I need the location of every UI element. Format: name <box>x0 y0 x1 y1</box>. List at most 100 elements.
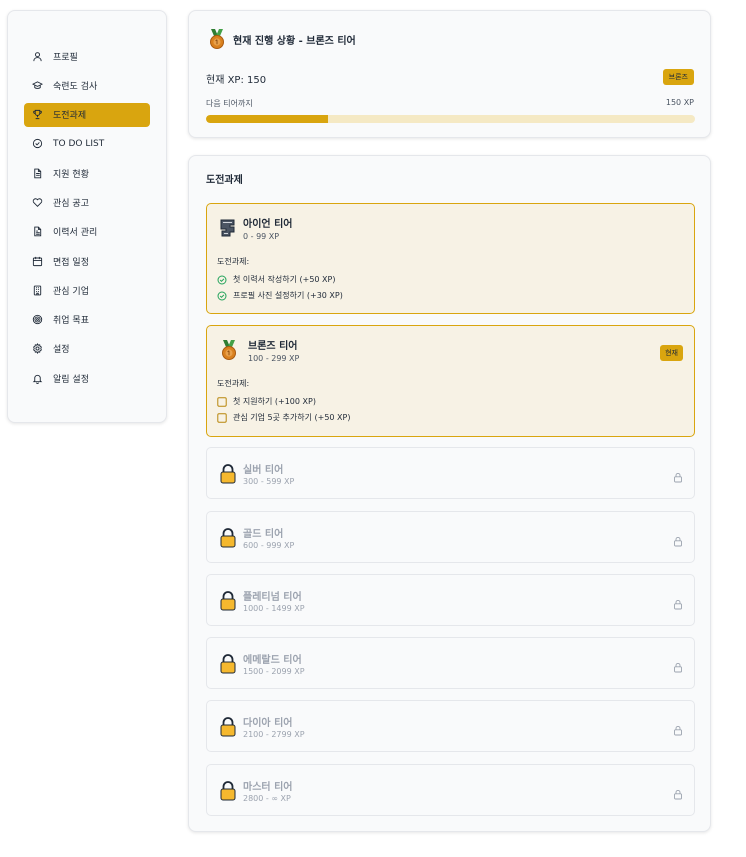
current-tier-badge: 현재 <box>660 345 683 361</box>
challenge-heading: 도전과제: <box>217 379 250 388</box>
challenge-heading: 도전과제: <box>217 257 250 266</box>
sidebar-item-favorite-companies[interactable]: 관심 기업 <box>24 278 150 302</box>
tier-name: 마스터 티어 <box>243 782 293 793</box>
challenge-label: 프로필 사진 설정하기 (+30 XP) <box>233 291 343 300</box>
tier-range: 1000 - 1499 XP <box>243 604 305 613</box>
challenge-item[interactable]: 첫 지원하기 (+100 XP) <box>217 396 316 407</box>
tier-card-diamond: 다이아 티어 2100 - 2799 XP <box>206 700 695 752</box>
bronze-medal-icon <box>206 28 228 50</box>
tier-range: 2800 - ∞ XP <box>243 794 291 803</box>
sidebar-item-label: 설정 <box>53 345 70 356</box>
tier-name: 브론즈 티어 <box>248 341 298 352</box>
sidebar-item-settings[interactable]: 설정 <box>24 337 150 361</box>
tier-range: 300 - 599 XP <box>243 477 295 486</box>
sidebar-item-label: 숙련도 검사 <box>53 81 98 92</box>
sidebar-item-label: 관심 공고 <box>53 198 89 209</box>
lock-small-icon <box>673 595 683 610</box>
tier-range: 2100 - 2799 XP <box>243 730 305 739</box>
check-circle-icon <box>32 138 43 149</box>
sidebar-item-notification-settings[interactable]: 알림 설정 <box>24 366 150 390</box>
bell-icon <box>32 373 43 384</box>
challenge-item: 첫 이력서 작성하기 (+50 XP) <box>217 274 335 285</box>
iron-ingot-icon <box>218 217 238 239</box>
next-tier-label: 다음 티어까지 <box>206 99 253 108</box>
lock-icon <box>219 590 239 612</box>
lock-icon <box>219 780 239 802</box>
sidebar-item-label: 이력서 관리 <box>53 228 98 239</box>
tier-range: 100 - 299 XP <box>248 354 300 363</box>
trophy-icon <box>32 109 43 120</box>
challenge-label: 첫 지원하기 (+100 XP) <box>233 397 316 406</box>
tier-card-emerald: 에메랄드 티어 1500 - 2099 XP <box>206 637 695 689</box>
checkbox-icon[interactable] <box>217 396 227 407</box>
sidebar-item-todo-list[interactable]: TO DO LIST <box>24 132 150 156</box>
lock-icon <box>219 463 239 485</box>
next-tier-xp: 150 XP <box>665 98 694 107</box>
sidebar-item-label: TO DO LIST <box>53 138 105 149</box>
sidebar-item-label: 프로필 <box>53 52 78 63</box>
lock-icon <box>219 716 239 738</box>
lock-small-icon <box>673 658 683 673</box>
tier-card-gold: 골드 티어 600 - 999 XP <box>206 511 695 563</box>
sidebar-item-label: 지원 현황 <box>53 169 89 180</box>
sidebar-item-label: 도전과제 <box>53 111 87 122</box>
xp-progress-bar <box>206 115 695 123</box>
tier-name: 에메랄드 티어 <box>243 655 302 666</box>
xp-progress-fill <box>206 115 329 123</box>
check-circle-icon <box>217 275 227 285</box>
lock-small-icon <box>673 721 683 736</box>
tier-name: 실버 티어 <box>243 465 284 476</box>
tier-name: 아이언 티어 <box>243 219 293 230</box>
sidebar-item-challenges[interactable]: 도전과제 <box>24 102 150 127</box>
sidebar-item-skill-test[interactable]: 숙련도 검사 <box>24 73 150 97</box>
tier-badge: 브론즈 <box>662 69 694 85</box>
tier-card-silver: 실버 티어 300 - 599 XP <box>206 447 695 499</box>
challenge-item: 프로필 사진 설정하기 (+30 XP) <box>217 290 343 301</box>
progress-status-card: 현재 진행 상황 - 브론즈 티어 현재 XP: 150 브론즈 다음 티어까지… <box>188 10 711 138</box>
target-icon <box>32 314 43 325</box>
bronze-medal-icon <box>218 339 240 361</box>
graduation-cap-icon <box>32 80 43 91</box>
tier-card-master: 마스터 티어 2800 - ∞ XP <box>206 764 695 816</box>
tier-range: 1500 - 2099 XP <box>243 667 305 676</box>
file-text-icon <box>32 226 43 237</box>
tier-name: 플레티넘 티어 <box>243 592 302 603</box>
sidebar-item-profile[interactable]: 프로필 <box>24 44 150 68</box>
sidebar-item-label: 알림 설정 <box>53 374 89 385</box>
building-icon <box>32 285 43 296</box>
challenge-label: 첫 이력서 작성하기 (+50 XP) <box>233 275 336 284</box>
lock-icon <box>219 653 239 675</box>
lock-small-icon <box>673 468 683 483</box>
heart-icon <box>32 197 43 208</box>
sidebar-item-label: 면접 일정 <box>53 257 89 268</box>
sidebar-item-interview-schedule[interactable]: 면접 일정 <box>24 249 150 273</box>
challenge-label: 관심 기업 5곳 추가하기 (+50 XP) <box>233 413 351 422</box>
lock-small-icon <box>673 532 683 547</box>
status-title-text: 현재 진행 상황 - 브론즈 티어 <box>233 35 356 47</box>
check-circle-icon <box>217 291 227 301</box>
challenge-item[interactable]: 관심 기업 5곳 추가하기 (+50 XP) <box>217 412 350 423</box>
status-title: 현재 진행 상황 - 브론즈 티어 <box>206 28 356 50</box>
sidebar-item-resume-management[interactable]: 이력서 관리 <box>24 220 150 244</box>
sidebar-item-job-goals[interactable]: 취업 목표 <box>24 308 150 332</box>
tier-card-iron: 아이언 티어 0 - 99 XP 도전과제: 첫 이력서 작성하기 (+50 X… <box>206 203 695 314</box>
lock-small-icon <box>673 785 683 800</box>
tier-name: 다이아 티어 <box>243 718 293 729</box>
sidebar-item-saved-jobs[interactable]: 관심 공고 <box>24 190 150 214</box>
challenges-card: 도전과제 아이언 티어 0 - 99 XP 도전과제: 첫 이력서 작성하기 (… <box>188 155 711 832</box>
current-xp: 현재 XP: 150 <box>206 75 267 86</box>
tier-range: 0 - 99 XP <box>243 232 280 241</box>
tier-name: 골드 티어 <box>243 529 284 540</box>
sidebar-item-label: 관심 기업 <box>53 286 89 297</box>
document-icon <box>32 168 43 179</box>
checkbox-icon[interactable] <box>217 412 227 423</box>
sidebar: 프로필 숙련도 검사 도전과제 TO DO LIST 지원 현황 관심 공고 이… <box>7 10 167 423</box>
tier-card-bronze: 브론즈 티어 100 - 299 XP 현재 도전과제: 첫 지원하기 (+10… <box>206 325 695 437</box>
calendar-icon <box>32 256 43 267</box>
sidebar-item-label: 취업 목표 <box>53 316 89 327</box>
section-title: 도전과제 <box>206 175 243 186</box>
sidebar-item-application-status[interactable]: 지원 현황 <box>24 161 150 185</box>
tier-range: 600 - 999 XP <box>243 541 295 550</box>
user-icon <box>32 51 43 62</box>
lock-icon <box>219 527 239 549</box>
